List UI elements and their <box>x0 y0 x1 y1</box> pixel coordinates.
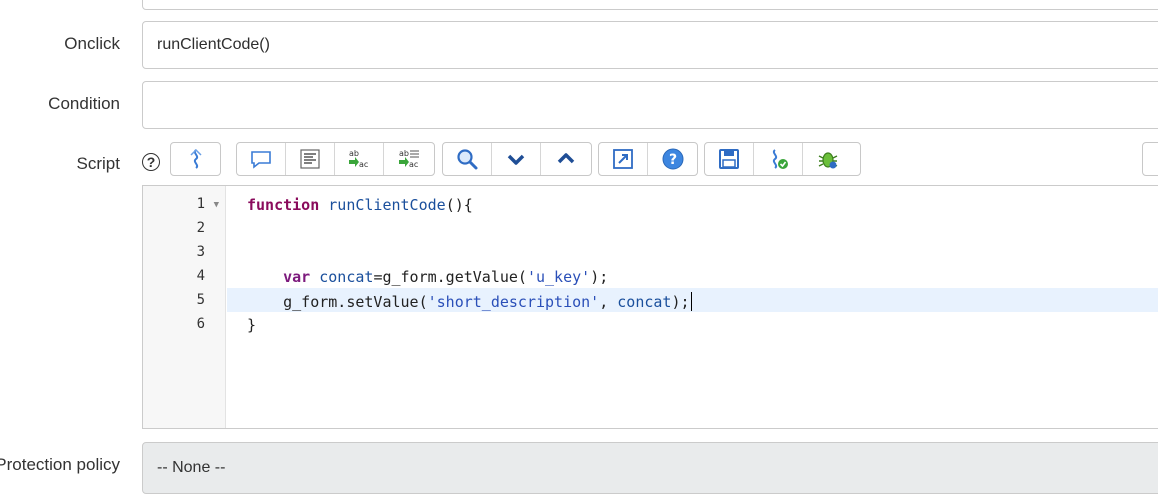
save-button[interactable] <box>705 143 754 175</box>
line-number: 4 <box>196 268 205 284</box>
fullscreen-icon <box>613 149 633 169</box>
svg-text:ac: ac <box>409 160 418 169</box>
toolbar-group-format <box>170 142 221 176</box>
comment-button[interactable] <box>237 143 286 175</box>
line-number: 5 <box>196 292 205 308</box>
text-cursor <box>690 292 692 311</box>
svg-text:ab: ab <box>349 149 359 158</box>
toolbar-overflow-button[interactable] <box>1142 142 1158 176</box>
condition-label: Condition <box>48 94 120 113</box>
replace-icon: ab ac <box>349 149 368 169</box>
script-format-button[interactable] <box>171 143 220 175</box>
code-line-1: function runClientCode(){ <box>247 196 473 214</box>
replace-all-icon: ab ac <box>398 149 419 169</box>
toolbar-group-actions <box>704 142 861 176</box>
replace-button[interactable]: ab ac <box>335 143 384 175</box>
svg-text:ab: ab <box>399 149 409 158</box>
chevron-up-icon <box>557 153 574 164</box>
code-line-5: g_form.setValue('short_description', con… <box>283 292 692 311</box>
help-button[interactable]: ? <box>648 143 697 175</box>
script-format-icon <box>189 148 202 169</box>
format-code-button[interactable] <box>286 143 335 175</box>
next-match-button[interactable] <box>492 143 541 175</box>
line-number-gutter: 1 ▼ 2 3 4 5 6 <box>143 186 226 428</box>
line-number: 6 <box>196 316 205 332</box>
line-number: 1 <box>196 196 205 212</box>
onclick-value: runClientCode() <box>157 36 270 53</box>
toolbar-group-search <box>442 142 592 176</box>
fullscreen-button[interactable] <box>599 143 648 175</box>
question-mark-icon[interactable]: ? <box>142 153 160 171</box>
check-syntax-button[interactable] <box>754 143 803 175</box>
check-syntax-icon <box>772 149 788 169</box>
save-icon <box>719 149 739 169</box>
toolbar-group-edit: ab ac ab ac <box>236 142 435 176</box>
comment-icon <box>251 151 271 169</box>
svg-text:ac: ac <box>359 160 368 169</box>
previous-match-button[interactable] <box>541 143 590 175</box>
previous-field[interactable] <box>142 0 1158 10</box>
protection-policy-select[interactable]: -- None -- <box>142 442 1158 494</box>
condition-input[interactable] <box>142 81 1158 129</box>
protection-policy-value: -- None -- <box>157 459 226 476</box>
toolbar-group-view: ? <box>598 142 698 176</box>
chevron-down-icon <box>507 154 525 165</box>
line-number: 3 <box>196 244 205 260</box>
replace-all-button[interactable]: ab ac <box>384 143 433 175</box>
onclick-input[interactable]: runClientCode() <box>142 21 1158 69</box>
onclick-label: Onclick <box>64 34 120 53</box>
script-label: Script <box>76 154 120 173</box>
search-button[interactable] <box>443 143 492 175</box>
protection-policy-label: Protection policy <box>0 455 120 474</box>
help-icon: ? <box>662 148 683 170</box>
debug-icon <box>818 152 837 169</box>
format-code-icon <box>300 149 320 169</box>
debug-button[interactable] <box>803 143 852 175</box>
code-line-6: } <box>247 316 257 334</box>
code-line-4: var concat=g_form.getValue('u_key'); <box>283 268 609 286</box>
search-icon <box>457 149 478 170</box>
script-editor[interactable]: 1 ▼ 2 3 4 5 6 function runClientCode(){ … <box>142 185 1158 429</box>
line-number: 2 <box>196 220 205 236</box>
fold-arrow-icon[interactable]: ▼ <box>214 200 219 210</box>
svg-text:?: ? <box>668 152 676 168</box>
